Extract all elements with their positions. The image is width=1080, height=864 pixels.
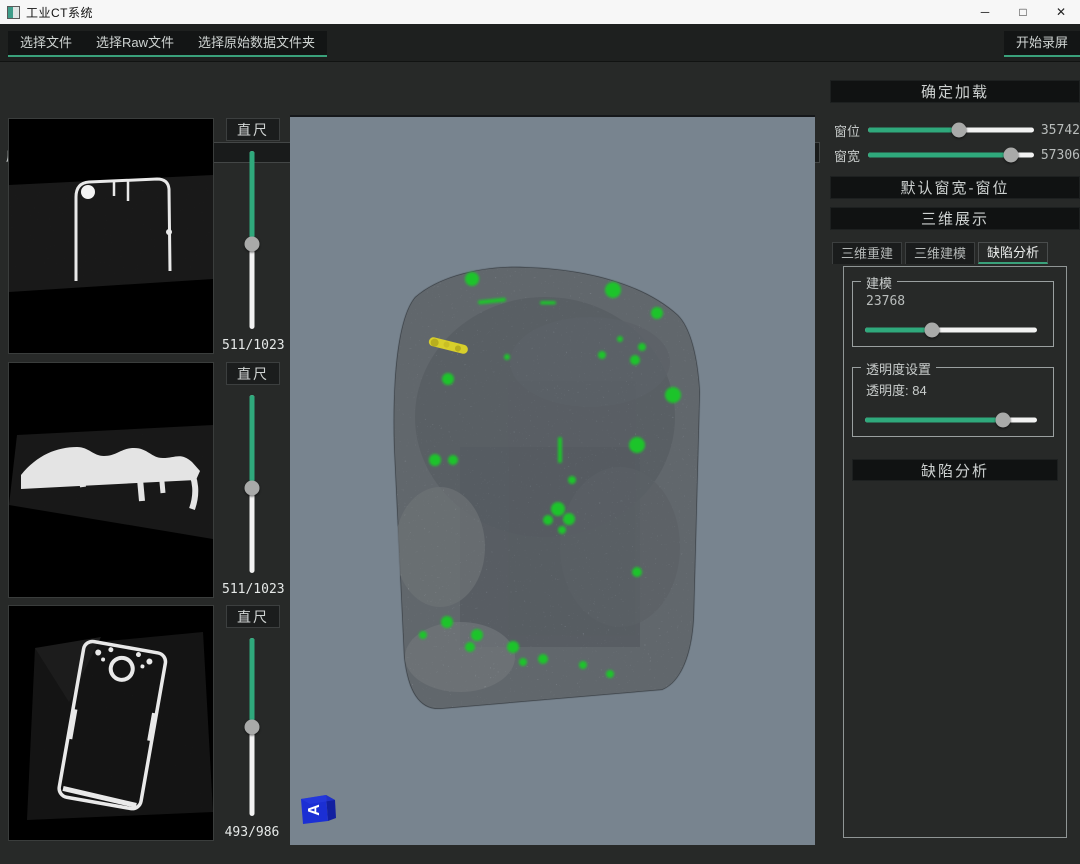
slider-handle[interactable]	[952, 123, 967, 138]
confirm-load-button[interactable]: 确定加载	[830, 80, 1080, 103]
cube-letter: A	[306, 804, 323, 816]
modeling-groupbox: 建模 23768	[852, 281, 1054, 347]
window-width-value: 57306	[1040, 148, 1080, 163]
modeling-group-title: 建模	[861, 273, 897, 292]
slider-handle[interactable]	[245, 480, 260, 495]
window-level-value: 35742	[1040, 123, 1080, 138]
slice-slider-1[interactable]	[244, 151, 260, 329]
slice-position-2: 511/1023	[222, 582, 282, 597]
slider-handle[interactable]	[925, 323, 940, 338]
defect-analyze-button[interactable]: 缺陷分析	[852, 459, 1058, 481]
default-window-button[interactable]: 默认窗宽-窗位	[830, 176, 1080, 199]
ruler-button-2[interactable]: 直尺	[226, 362, 280, 385]
slider-fill	[868, 153, 1011, 158]
defect-analysis-panel: 建模 23768 透明度设置 透明度: 84 缺陷分析	[843, 266, 1067, 838]
right-panel: 确定加载 窗位 35742 窗宽 57306 默认窗宽-窗位 三维展示 三维重建…	[830, 0, 1080, 864]
slider-fill	[250, 395, 255, 488]
file-button-group: 选择文件 选择Raw文件 选择原始数据文件夹	[8, 31, 327, 57]
ct-slice-image-2	[8, 362, 214, 598]
ct-slice-image-3	[8, 605, 214, 841]
tab-3d-modeling[interactable]: 三维建模	[905, 242, 975, 264]
select-file-button[interactable]: 选择文件	[8, 31, 84, 55]
slider-fill	[868, 128, 959, 133]
tab-defect-analysis[interactable]: 缺陷分析	[978, 242, 1048, 264]
slider-handle[interactable]	[1003, 148, 1018, 163]
select-raw-file-button[interactable]: 选择Raw文件	[84, 31, 186, 55]
window-level-label: 窗位	[834, 121, 866, 140]
slice-position-3: 493/986	[222, 825, 282, 840]
slider-fill	[865, 418, 1003, 423]
opacity-groupbox: 透明度设置 透明度: 84	[852, 367, 1054, 437]
modeling-value: 23768	[866, 294, 905, 309]
modeling-slider[interactable]	[865, 322, 1037, 338]
app-icon	[7, 6, 20, 19]
ruler-button-1[interactable]: 直尺	[226, 118, 280, 141]
display-3d-button[interactable]: 三维展示	[830, 207, 1080, 230]
slider-handle[interactable]	[245, 236, 260, 251]
slice-controls-2: 直尺 511/1023	[222, 362, 280, 599]
slider-fill	[865, 328, 932, 333]
ruler-button-3[interactable]: 直尺	[226, 605, 280, 628]
tab-3d-reconstruction[interactable]: 三维重建	[832, 242, 902, 264]
window-level-slider[interactable]	[868, 122, 1034, 138]
slider-handle[interactable]	[995, 413, 1010, 428]
viewport-3d[interactable]: A	[290, 115, 815, 845]
orientation-cube[interactable]: A	[298, 791, 338, 827]
slice-controls-3: 直尺 493/986	[222, 605, 280, 842]
opacity-label: 透明度: 84	[866, 380, 927, 399]
tab-bar: 三维重建 三维建模 缺陷分析	[832, 242, 1048, 265]
slice-block-top: 直尺 511/1023	[8, 118, 280, 355]
point-cloud-model	[290, 117, 815, 845]
window-width-label: 窗宽	[834, 146, 866, 165]
window-width-row: 窗宽 57306	[834, 147, 1080, 163]
slider-fill	[250, 151, 255, 244]
slider-fill	[250, 638, 255, 727]
slice-slider-2[interactable]	[244, 395, 260, 573]
window-title: 工业CT系统	[26, 4, 93, 21]
select-raw-folder-button[interactable]: 选择原始数据文件夹	[186, 31, 327, 55]
opacity-slider[interactable]	[865, 412, 1037, 428]
opacity-group-title: 透明度设置	[861, 359, 936, 378]
slice-controls-1: 直尺 511/1023	[222, 118, 280, 355]
slider-handle[interactable]	[245, 720, 260, 735]
window-level-row: 窗位 35742	[834, 122, 1080, 138]
slice-block-bottom: 直尺 493/986	[8, 605, 280, 842]
ct-slice-image-1	[8, 118, 214, 354]
slice-position-1: 511/1023	[222, 338, 282, 353]
slice-block-middle: 直尺 511/1023	[8, 362, 280, 599]
slice-slider-3[interactable]	[244, 638, 260, 816]
window-width-slider[interactable]	[868, 147, 1034, 163]
